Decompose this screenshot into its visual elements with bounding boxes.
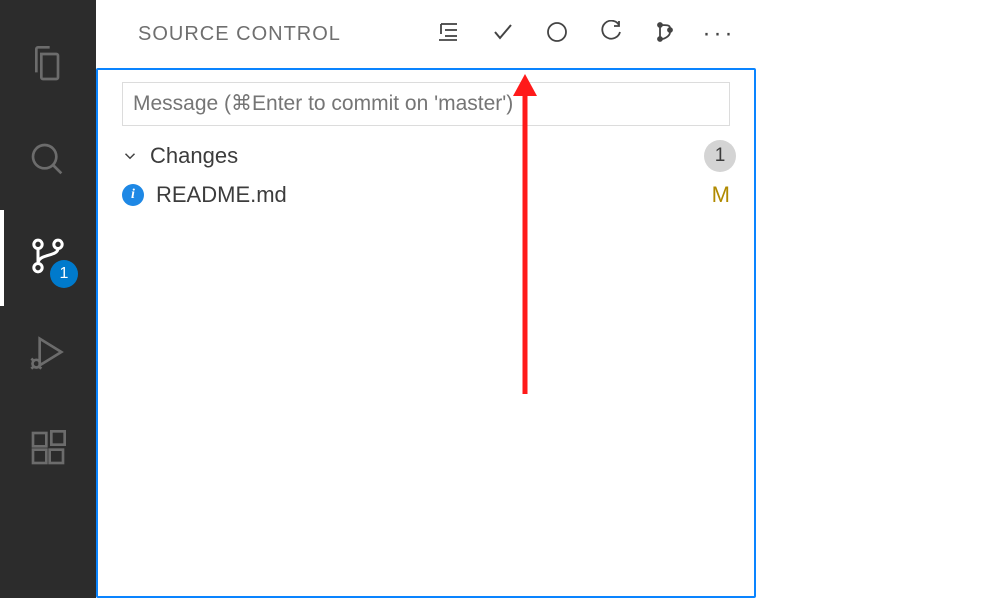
extensions-icon xyxy=(28,428,68,473)
activity-search[interactable] xyxy=(0,114,96,210)
activity-bar: 1 xyxy=(0,0,96,598)
changed-file-row[interactable]: i README.md M xyxy=(98,178,754,212)
changes-count-badge: 1 xyxy=(704,140,736,172)
circle-action-button[interactable] xyxy=(544,21,570,47)
activity-explorer[interactable] xyxy=(0,18,96,114)
source-control-panel: SOURCE CONTROL xyxy=(96,0,756,598)
chevron-down-icon xyxy=(118,144,142,168)
panel-title: SOURCE CONTROL xyxy=(138,23,341,46)
refresh-icon xyxy=(599,20,623,49)
circle-icon xyxy=(545,20,569,49)
search-icon xyxy=(28,140,68,185)
files-icon xyxy=(28,44,68,89)
commit-message-wrapper xyxy=(98,70,754,134)
list-tree-icon xyxy=(437,20,461,49)
activity-source-control[interactable]: 1 xyxy=(0,210,96,306)
markdown-info-icon: i xyxy=(122,184,144,206)
view-as-tree-button[interactable] xyxy=(436,21,462,47)
panel-body: Changes 1 i README.md M xyxy=(96,68,756,598)
changes-section-header[interactable]: Changes 1 xyxy=(98,134,754,178)
activity-extensions[interactable] xyxy=(0,402,96,498)
graph-icon xyxy=(653,20,677,49)
commit-button[interactable] xyxy=(490,21,516,47)
panel-header-actions: ··· xyxy=(436,21,732,47)
check-icon xyxy=(491,20,515,49)
panel-header: SOURCE CONTROL xyxy=(96,0,756,68)
play-bug-icon xyxy=(28,332,68,377)
more-actions-button[interactable]: ··· xyxy=(706,21,732,47)
commit-message-input[interactable] xyxy=(122,82,730,126)
ellipsis-icon: ··· xyxy=(703,22,736,46)
refresh-button[interactable] xyxy=(598,21,624,47)
file-modified-status: M xyxy=(712,182,730,208)
scm-badge: 1 xyxy=(50,260,78,288)
activity-run-debug[interactable] xyxy=(0,306,96,402)
file-name: README.md xyxy=(156,182,287,208)
changes-label: Changes xyxy=(150,143,238,169)
graph-button[interactable] xyxy=(652,21,678,47)
